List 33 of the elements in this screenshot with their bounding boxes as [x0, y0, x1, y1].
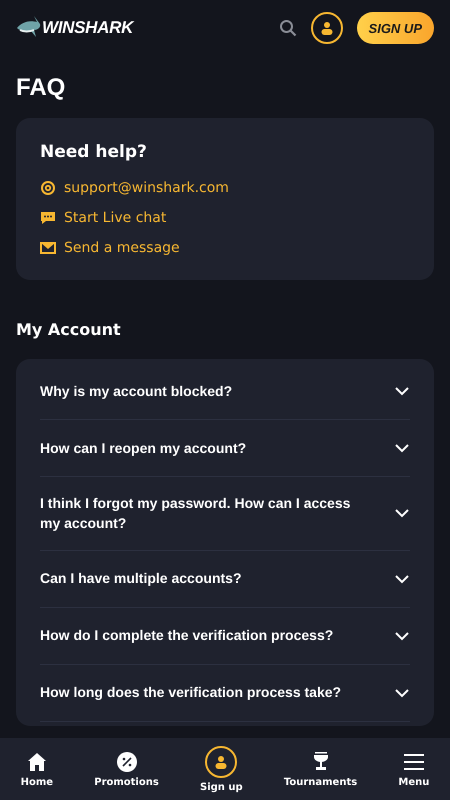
faq-question[interactable]: Can I have multiple accounts? [40, 550, 410, 608]
faq-question[interactable]: I think I forgot my password. How can I access my account? [40, 477, 410, 551]
user-icon [205, 746, 238, 778]
nav-item[interactable]: Tournaments [284, 750, 358, 788]
chevron-down-icon [394, 508, 410, 518]
contact-link[interactable]: Send a message [40, 240, 410, 256]
chevron-down-icon [394, 630, 410, 641]
contact-link[interactable]: support@winshark.com [40, 180, 410, 196]
chevron-down-icon [394, 574, 410, 584]
faq-question[interactable]: How do I complete the verification process? [40, 608, 410, 665]
search-button[interactable] [278, 19, 297, 37]
faq-question[interactable]: How long does the verification process take? [40, 664, 410, 722]
envelope-icon [40, 240, 56, 256]
nav-item[interactable]: Home [20, 750, 54, 788]
account-button[interactable] [310, 12, 343, 44]
user-icon [320, 21, 334, 35]
card-title: Need help? [40, 142, 148, 162]
section-title: My Account [16, 320, 122, 339]
chevron-down-icon [394, 443, 410, 453]
nav-item[interactable]: Promotions [94, 750, 159, 788]
nav-item[interactable]: Menu [398, 750, 430, 788]
contact-link[interactable]: Start Live chat [40, 210, 410, 226]
chevron-down-icon [394, 688, 410, 698]
nav-item[interactable]: Sign up [200, 746, 243, 792]
faq-question[interactable]: How can I reopen my account? [40, 420, 410, 477]
percent-icon [116, 750, 138, 772]
page-title: FAQ [16, 74, 66, 102]
chat-icon [40, 210, 56, 226]
logo[interactable]: WINSHARK [42, 18, 134, 38]
sign-up-button[interactable]: SIGN UP [356, 12, 434, 44]
chevron-down-icon [394, 386, 410, 396]
faq-question[interactable]: Why is my account blocked? [40, 363, 410, 420]
home-icon [26, 750, 48, 772]
